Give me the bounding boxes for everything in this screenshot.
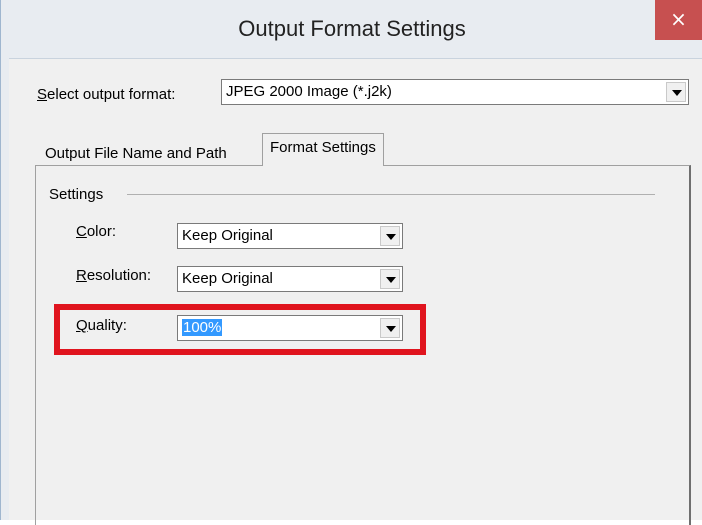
chevron-down-icon[interactable] <box>380 269 400 289</box>
color-label-rest: olor: <box>86 223 117 240</box>
close-button[interactable]: × <box>655 0 702 40</box>
color-value: Keep Original <box>182 227 273 244</box>
chevron-down-icon[interactable] <box>666 82 686 102</box>
color-label: Color: <box>76 223 116 240</box>
dialog-window: Output Format Settings × Select output f… <box>0 0 702 525</box>
color-select[interactable]: Keep Original <box>177 223 403 249</box>
tab-output-file-name-and-path[interactable]: Output File Name and Path <box>45 145 227 162</box>
output-format-value: JPEG 2000 Image (*.j2k) <box>226 83 392 100</box>
resolution-label-rest: esolution: <box>86 267 152 284</box>
output-format-label-rest: elect output format: <box>47 86 176 103</box>
title-bar: Output Format Settings × <box>1 0 702 58</box>
output-format-select[interactable]: JPEG 2000 Image (*.j2k) <box>221 79 689 105</box>
resolution-select[interactable]: Keep Original <box>177 266 403 292</box>
output-format-label-accel: S <box>37 86 48 103</box>
settings-group-label: Settings <box>49 186 104 203</box>
tab-format-settings[interactable]: Format Settings <box>262 133 384 166</box>
close-icon: × <box>670 7 687 31</box>
quality-highlight-box <box>54 304 426 355</box>
resolution-label: Resolution: <box>76 267 151 284</box>
dialog-body: Select output format: JPEG 2000 Image (*… <box>9 58 702 525</box>
color-label-accel: C <box>76 223 87 240</box>
settings-group-divider <box>127 194 655 195</box>
output-format-label: Select output format: <box>37 86 175 103</box>
resolution-value: Keep Original <box>182 270 273 287</box>
resolution-label-accel: R <box>76 267 87 284</box>
window-title: Output Format Settings <box>238 16 466 41</box>
chevron-down-icon[interactable] <box>380 226 400 246</box>
